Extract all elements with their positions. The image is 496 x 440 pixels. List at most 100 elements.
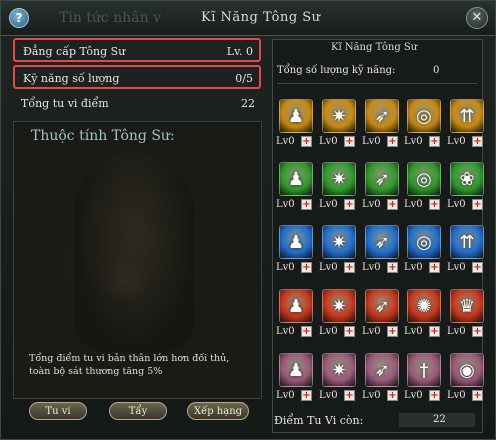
master-figure bbox=[74, 152, 194, 352]
skill-slot[interactable]: ⇈ Lv0 + bbox=[447, 225, 487, 283]
lotus-icon[interactable]: ❀ bbox=[450, 162, 484, 196]
arrow-volley-icon[interactable]: ➶ bbox=[365, 99, 399, 133]
add-point-button[interactable]: + bbox=[387, 326, 398, 337]
skill-slot[interactable]: ♟ Lv0 + bbox=[276, 225, 316, 283]
add-point-button[interactable]: + bbox=[429, 326, 440, 337]
add-point-button[interactable]: + bbox=[472, 326, 483, 337]
skill-level: Lv0 bbox=[362, 136, 381, 147]
add-point-button[interactable]: + bbox=[472, 262, 483, 273]
ice-shard-icon[interactable]: ⇈ bbox=[450, 225, 484, 259]
total-skills-value: 0 bbox=[433, 65, 440, 76]
frost-figure-icon[interactable]: ♟ bbox=[279, 225, 313, 259]
add-point-button[interactable]: + bbox=[387, 390, 398, 401]
total-cultivation-label: Tổng tu vi điểm bbox=[21, 97, 109, 110]
fire-arrow-icon[interactable]: ➶ bbox=[365, 289, 399, 323]
add-point-button[interactable]: + bbox=[301, 136, 312, 147]
attributes-description: Tổng điểm tu vi bản thân lớn hơn đối thủ… bbox=[29, 353, 230, 377]
skill-level: Lv0 bbox=[276, 326, 295, 337]
skill-level: Lv0 bbox=[276, 390, 295, 401]
skill-slot[interactable]: ➶ Lv0 + bbox=[362, 289, 402, 347]
reset-button[interactable]: Tẩy bbox=[109, 402, 167, 420]
wind-arrow-icon[interactable]: ➶ bbox=[365, 162, 399, 196]
add-point-button[interactable]: + bbox=[387, 262, 398, 273]
skill-slot[interactable]: ♟ Lv0 + bbox=[276, 353, 316, 411]
vortex-icon[interactable]: ◎ bbox=[407, 99, 441, 133]
aura-figure-icon[interactable]: ♟ bbox=[279, 162, 313, 196]
add-point-button[interactable]: + bbox=[301, 199, 312, 210]
spirit-figure-icon[interactable]: ♟ bbox=[279, 353, 313, 387]
add-point-button[interactable]: + bbox=[344, 199, 355, 210]
total-cultivation-row: Tổng tu vi điểm 22 bbox=[13, 92, 261, 116]
add-point-button[interactable]: + bbox=[387, 136, 398, 147]
skill-slot[interactable]: ♟ Lv0 + bbox=[276, 162, 316, 220]
skill-slot[interactable]: ✷ Lv0 + bbox=[319, 289, 359, 347]
skill-slot[interactable]: ✷ Lv0 + bbox=[319, 225, 359, 283]
add-point-button[interactable]: + bbox=[344, 390, 355, 401]
skill-slot[interactable]: ➶ Lv0 + bbox=[362, 225, 402, 283]
master-level-row: Đẳng cấp Tông Sư Lv. 0 bbox=[13, 38, 261, 62]
skill-slot[interactable]: ✷ Lv0 + bbox=[319, 353, 359, 411]
skill-slot[interactable]: ✺ Lv0 + bbox=[404, 289, 444, 347]
skill-slot[interactable]: † Lv0 + bbox=[404, 353, 444, 411]
help-icon[interactable]: ? bbox=[9, 8, 29, 28]
skill-level: Lv0 bbox=[276, 199, 295, 210]
skill-slot[interactable]: ⇈ Lv0 + bbox=[447, 99, 487, 157]
add-point-button[interactable]: + bbox=[301, 390, 312, 401]
cultivation-button[interactable]: Tu vi bbox=[29, 402, 87, 420]
add-point-button[interactable]: + bbox=[301, 262, 312, 273]
skill-slot[interactable]: ✷ Lv0 + bbox=[319, 99, 359, 157]
add-point-button[interactable]: + bbox=[429, 136, 440, 147]
burst-strike-icon[interactable]: ✷ bbox=[322, 99, 356, 133]
close-icon[interactable]: ✕ bbox=[466, 7, 488, 29]
ember-strike-icon[interactable]: ✷ bbox=[322, 289, 356, 323]
skill-level: Lv0 bbox=[404, 136, 423, 147]
add-point-button[interactable]: + bbox=[472, 136, 483, 147]
add-point-button[interactable]: + bbox=[429, 390, 440, 401]
flame-crown-icon[interactable]: ♛ bbox=[450, 289, 484, 323]
skill-level: Lv0 bbox=[404, 262, 423, 273]
skill-slot[interactable]: ♛ Lv0 + bbox=[447, 289, 487, 347]
skill-slot[interactable]: ❀ Lv0 + bbox=[447, 162, 487, 220]
skill-slot[interactable]: ♟ Lv0 + bbox=[276, 289, 316, 347]
spirit-blade-icon[interactable]: † bbox=[407, 353, 441, 387]
total-skills-label: Tổng số lượng kỹ năng: bbox=[277, 65, 396, 76]
attributes-title: Thuộc tính Tông Sư: bbox=[31, 128, 175, 144]
add-point-button[interactable]: + bbox=[429, 262, 440, 273]
blaze-figure-icon[interactable]: ♟ bbox=[279, 289, 313, 323]
mist-strike-icon[interactable]: ✷ bbox=[322, 353, 356, 387]
skill-slot[interactable]: ➶ Lv0 + bbox=[362, 99, 402, 157]
skill-slot[interactable]: ➶ Lv0 + bbox=[362, 353, 402, 411]
add-point-button[interactable]: + bbox=[301, 326, 312, 337]
add-point-button[interactable]: + bbox=[344, 136, 355, 147]
skill-slot[interactable]: ◎ Lv0 + bbox=[404, 162, 444, 220]
explosion-icon[interactable]: ✺ bbox=[407, 289, 441, 323]
title-bar: ? Tin tức nhân v Kĩ Năng Tông Sư ✕ bbox=[1, 1, 495, 36]
add-point-button[interactable]: + bbox=[472, 199, 483, 210]
skill-slot[interactable]: ✷ Lv0 + bbox=[319, 162, 359, 220]
add-point-button[interactable]: + bbox=[429, 199, 440, 210]
orbit-icon[interactable]: ◎ bbox=[407, 162, 441, 196]
soul-arrow-icon[interactable]: ➶ bbox=[365, 353, 399, 387]
skill-level: Lv0 bbox=[276, 262, 295, 273]
add-point-button[interactable]: + bbox=[344, 326, 355, 337]
skill-slot[interactable]: ◉ Lv0 + bbox=[447, 353, 487, 411]
divider bbox=[277, 83, 477, 84]
ice-strike-icon[interactable]: ✷ bbox=[322, 225, 356, 259]
skill-slot[interactable]: ◎ Lv0 + bbox=[404, 99, 444, 157]
skill-slot[interactable]: ◎ Lv0 + bbox=[404, 225, 444, 283]
frost-arrow-icon[interactable]: ➶ bbox=[365, 225, 399, 259]
skill-level: Lv0 bbox=[319, 262, 338, 273]
whirlwind-icon[interactable]: ◎ bbox=[407, 225, 441, 259]
background-tab-title[interactable]: Tin tức nhân v bbox=[59, 10, 161, 26]
ranking-button[interactable]: Xếp hạng bbox=[187, 402, 249, 420]
skill-slot[interactable]: ♟ Lv0 + bbox=[276, 99, 316, 157]
add-point-button[interactable]: + bbox=[472, 390, 483, 401]
add-point-button[interactable]: + bbox=[344, 262, 355, 273]
flame-figure-icon[interactable]: ♟ bbox=[279, 99, 313, 133]
leaf-strike-icon[interactable]: ✷ bbox=[322, 162, 356, 196]
add-point-button[interactable]: + bbox=[387, 199, 398, 210]
master-level-label: Đẳng cấp Tông Sư bbox=[23, 45, 126, 58]
ring-guardian-icon[interactable]: ◉ bbox=[450, 353, 484, 387]
skill-slot[interactable]: ➶ Lv0 + bbox=[362, 162, 402, 220]
triple-arrow-icon[interactable]: ⇈ bbox=[450, 99, 484, 133]
